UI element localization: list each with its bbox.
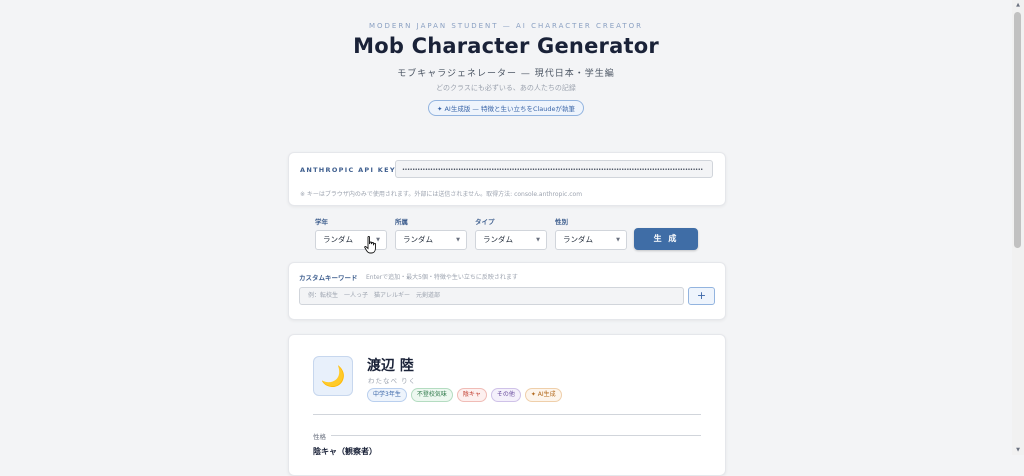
chevron-down-icon: ▼ bbox=[536, 237, 540, 243]
page-title: Mob Character Generator bbox=[353, 34, 659, 58]
api-key-card: ANTHROPIC API KEY ••••••••••••••••••••••… bbox=[288, 152, 726, 206]
character-name: 渡辺 陸 bbox=[367, 358, 414, 374]
character-tag: 陰キャ bbox=[456, 388, 487, 402]
type-select[interactable]: ランダム ▼ bbox=[475, 230, 547, 250]
add-keyword-button[interactable]: + bbox=[688, 287, 715, 305]
tagline: どのクラスにも必ずいる、あの人たちの記録 bbox=[436, 84, 576, 92]
type-filter: タイプ ランダム ▼ bbox=[475, 216, 547, 250]
section-label: 性格 bbox=[313, 433, 326, 441]
page-subtitle: モブキャラジェネレーター — 現代日本・学生編 bbox=[397, 69, 615, 79]
character-kana: わたなべ りく bbox=[368, 377, 417, 385]
api-key-input[interactable]: ••••••••••••••••••••••••••••••••••••••••… bbox=[395, 160, 713, 178]
page-scrollbar[interactable]: ▲ ▼ bbox=[1012, 0, 1024, 455]
crescent-moon-icon: 🌙 bbox=[313, 356, 353, 396]
gender-select[interactable]: ランダム ▼ bbox=[555, 230, 627, 250]
scroll-down-icon[interactable]: ▼ bbox=[1012, 445, 1024, 455]
generate-button[interactable]: 生 成 bbox=[634, 228, 698, 250]
chevron-down-icon: ▼ bbox=[456, 237, 460, 243]
scroll-up-icon[interactable]: ▲ bbox=[1012, 0, 1024, 10]
personality-heading: 陰キャ（観察者） bbox=[313, 447, 377, 456]
character-tag: ✦ AI生成 bbox=[524, 388, 562, 402]
keyword-input[interactable]: 例：転校生 一人っ子 猫アレルギー 元剣道部 bbox=[299, 287, 684, 305]
grade-label: 学年 bbox=[315, 218, 328, 226]
type-label: タイプ bbox=[475, 218, 495, 226]
keywords-label: カスタムキーワード bbox=[299, 274, 358, 282]
affiliation-select[interactable]: ランダム ▼ bbox=[395, 230, 467, 250]
character-tag: 中学3年生 bbox=[367, 388, 407, 402]
ai-badge: ✦ AI生成版 — 特徴と生い立ちをClaudeが執筆 bbox=[427, 100, 585, 116]
section-divider bbox=[331, 435, 701, 436]
api-key-label: ANTHROPIC API KEY bbox=[300, 166, 396, 174]
divider bbox=[313, 414, 701, 415]
character-tags: 中学3年生 不登校気味 陰キャ その他 ✦ AI生成 bbox=[367, 388, 562, 402]
scrollbar-thumb[interactable] bbox=[1014, 12, 1021, 248]
affiliation-label: 所属 bbox=[395, 218, 408, 226]
gender-label: 性別 bbox=[555, 218, 568, 226]
ai-badge-wrap: ✦ AI生成版 — 特徴と生い立ちをClaudeが執筆 bbox=[0, 96, 1012, 116]
chevron-down-icon: ▼ bbox=[616, 237, 620, 243]
hand-cursor-icon bbox=[364, 236, 376, 254]
character-tag: その他 bbox=[490, 388, 521, 402]
eyebrow-text: MODERN JAPAN STUDENT — AI CHARACTER CREA… bbox=[368, 22, 644, 30]
api-key-note: ※ キーはブラウザ内のみで使用されます。外部には送信されません。取得方法: co… bbox=[300, 191, 583, 198]
gender-filter: 性別 ランダム ▼ bbox=[555, 216, 627, 250]
affiliation-filter: 所属 ランダム ▼ bbox=[395, 216, 467, 250]
keywords-card: カスタムキーワード Enterで追加・最大5個・特徴や生い立ちに反映されます 例… bbox=[288, 262, 726, 320]
keywords-help: Enterで追加・最大5個・特徴や生い立ちに反映されます bbox=[366, 274, 518, 281]
character-tag: 不登校気味 bbox=[410, 388, 453, 402]
